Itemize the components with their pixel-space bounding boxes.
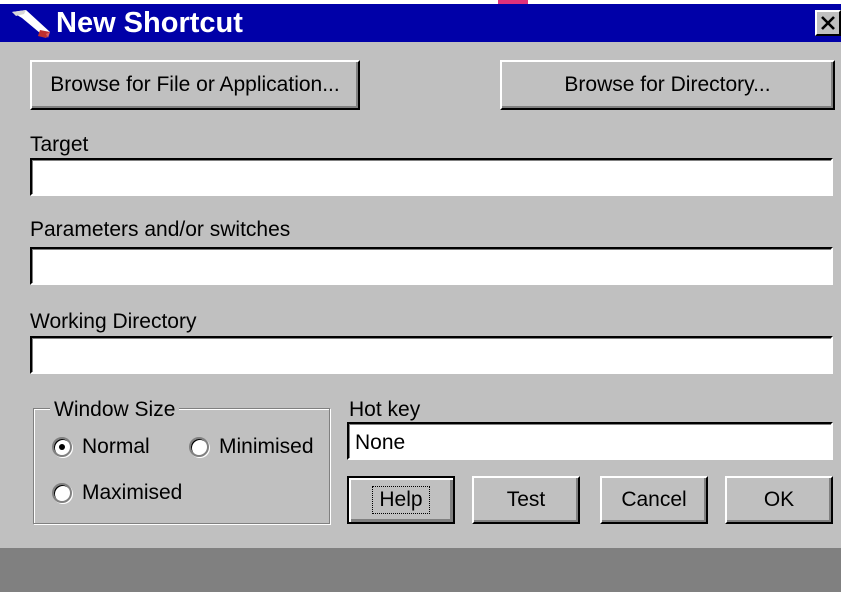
- shortcut-arrow-icon: [12, 10, 50, 38]
- radio-normal[interactable]: Normal: [52, 434, 150, 460]
- test-button-label: Test: [506, 488, 546, 511]
- radio-normal-label: Normal: [82, 435, 150, 458]
- browse-directory-button[interactable]: Browse for Directory...: [500, 60, 835, 110]
- close-button[interactable]: [815, 10, 841, 36]
- radio-button-icon: [52, 437, 72, 457]
- radio-maximised[interactable]: Maximised: [52, 480, 182, 506]
- radio-button-icon: [52, 483, 72, 503]
- cancel-button-label: Cancel: [621, 488, 687, 511]
- status-bar: [0, 548, 841, 592]
- window-size-group: [33, 408, 330, 524]
- help-button[interactable]: Help: [347, 476, 455, 524]
- working-directory-input[interactable]: [30, 336, 833, 374]
- browse-file-button-label: Browse for File or Application...: [50, 73, 340, 96]
- window-size-legend: Window Size: [50, 398, 180, 422]
- window-title: New Shortcut: [56, 7, 243, 39]
- target-label: Target: [30, 133, 89, 156]
- cancel-button[interactable]: Cancel: [600, 476, 708, 524]
- hot-key-input[interactable]: [347, 422, 833, 460]
- working-directory-label: Working Directory: [30, 310, 197, 333]
- new-shortcut-dialog: New Shortcut Browse for File or Applicat…: [0, 0, 841, 592]
- ok-button-label: OK: [763, 488, 795, 511]
- ok-button[interactable]: OK: [725, 476, 833, 524]
- close-icon: [821, 16, 835, 30]
- parameters-input[interactable]: [30, 247, 833, 285]
- browse-file-button[interactable]: Browse for File or Application...: [30, 60, 360, 110]
- target-input[interactable]: [30, 158, 833, 196]
- browse-directory-button-label: Browse for Directory...: [564, 73, 771, 96]
- test-button[interactable]: Test: [472, 476, 580, 524]
- radio-minimised-label: Minimised: [219, 435, 314, 458]
- parameters-label: Parameters and/or switches: [30, 218, 291, 241]
- radio-selected-dot: [59, 444, 65, 450]
- radio-minimised[interactable]: Minimised: [189, 434, 314, 460]
- radio-maximised-label: Maximised: [82, 481, 183, 504]
- hot-key-label: Hot key: [349, 398, 421, 421]
- radio-button-icon: [189, 437, 209, 457]
- help-button-label: Help: [372, 486, 430, 514]
- title-bar[interactable]: New Shortcut: [0, 0, 841, 44]
